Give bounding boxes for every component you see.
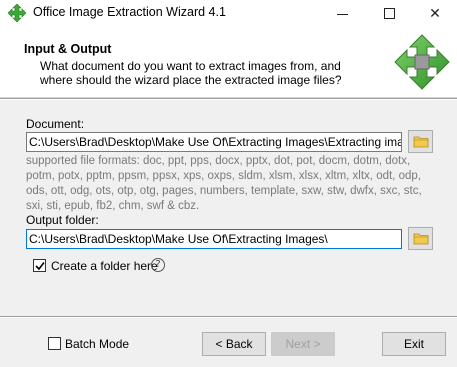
batch-mode-checkbox[interactable]	[48, 337, 61, 350]
window-title: Office Image Extraction Wizard 4.1	[33, 5, 226, 19]
help-icon[interactable]: ?	[151, 258, 165, 272]
minimize-button[interactable]	[322, 0, 362, 26]
title-bar: Office Image Extraction Wizard 4.1 ✕	[0, 0, 457, 26]
output-folder-label: Output folder:	[26, 213, 99, 227]
browse-document-button[interactable]	[408, 130, 433, 153]
checkmark-icon	[34, 261, 45, 270]
page-title: Input & Output	[24, 42, 112, 56]
folder-icon	[413, 233, 428, 245]
close-button[interactable]: ✕	[415, 0, 455, 26]
browse-output-button[interactable]	[408, 227, 433, 250]
next-button[interactable]: Next >	[271, 332, 335, 356]
output-folder-input[interactable]: C:\Users\Brad\Desktop\Make Use Of\Extrac…	[26, 229, 402, 249]
document-path-input[interactable]: C:\Users\Brad\Desktop\Make Use Of\Extrac…	[26, 132, 402, 152]
exit-button[interactable]: Exit	[382, 332, 446, 356]
maximize-icon	[383, 7, 395, 19]
app-arrows-icon	[8, 4, 26, 22]
create-folder-label[interactable]: Create a folder here	[51, 259, 158, 273]
document-label: Document:	[26, 117, 85, 131]
footer-divider	[0, 316, 457, 318]
create-folder-checkbox[interactable]	[33, 259, 46, 272]
maximize-button[interactable]	[369, 0, 409, 26]
page-description: What document do you want to extract ima…	[40, 59, 342, 87]
back-button[interactable]: < Back	[202, 332, 266, 356]
close-icon: ✕	[429, 4, 441, 21]
four-way-arrows-logo-icon	[394, 34, 450, 90]
folder-icon	[413, 136, 428, 148]
supported-formats-text: supported file formats: doc, ppt, pps, d…	[26, 155, 422, 212]
batch-mode-label[interactable]: Batch Mode	[65, 337, 129, 351]
minimize-icon	[336, 13, 348, 15]
header-divider	[0, 98, 457, 100]
wizard-window: Office Image Extraction Wizard 4.1 ✕ Inp…	[0, 0, 457, 367]
wizard-header: Input & Output What document do you want…	[0, 26, 457, 98]
